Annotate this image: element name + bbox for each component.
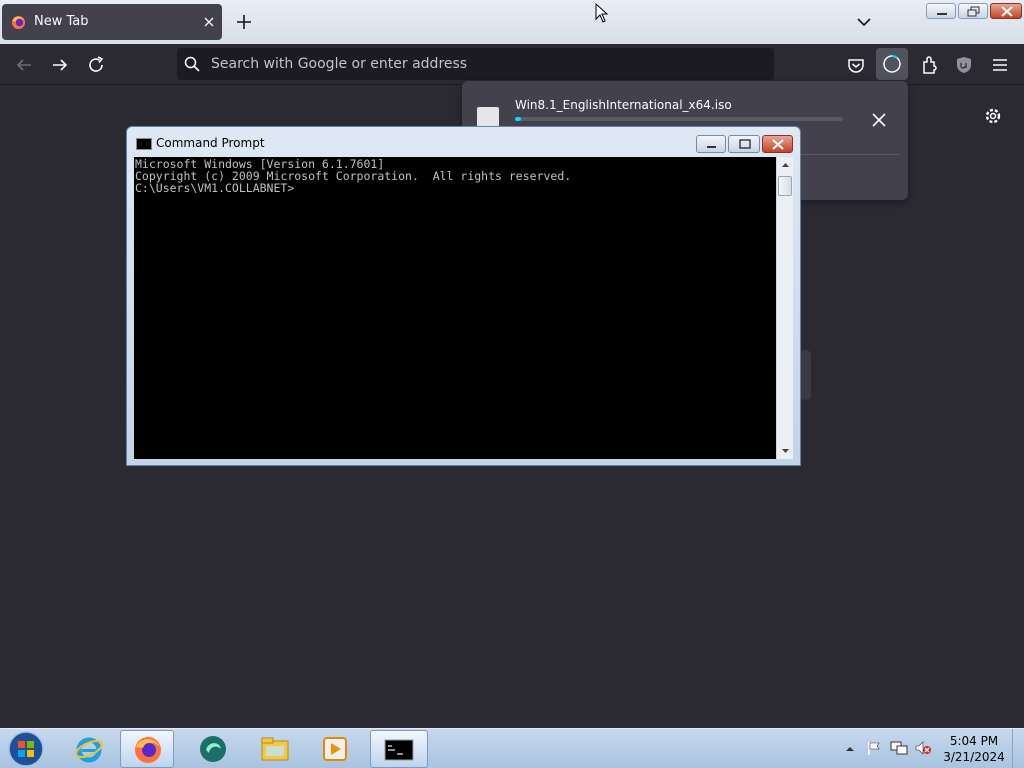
restore-icon: [967, 6, 980, 17]
minimize-icon: [937, 13, 947, 15]
tab-title: New Tab: [34, 14, 89, 29]
command-prompt-window[interactable]: Command Prompt Microsoft Windows [Versio…: [126, 126, 801, 466]
download-progress-icon: [883, 55, 901, 73]
gear-icon[interactable]: [983, 106, 1003, 126]
reload-icon[interactable]: [84, 53, 108, 77]
window-minimize-button[interactable]: [926, 3, 956, 19]
address-placeholder: Search with Google or enter address: [211, 56, 468, 72]
taskbar: 5:04 PM 3/21/2024: [0, 728, 1024, 768]
cmd-minimize-button[interactable]: [696, 135, 726, 153]
download-progress-fill: [515, 117, 521, 121]
action-center-flag-icon[interactable]: [866, 740, 882, 756]
back-arrow-icon[interactable]: [12, 53, 36, 77]
address-bar[interactable]: Search with Google or enter address: [177, 48, 774, 80]
taskbar-app-explorer[interactable]: [248, 730, 302, 768]
downloads-button[interactable]: [876, 48, 908, 80]
close-icon: [1001, 6, 1013, 17]
firefox-icon: [11, 15, 26, 30]
show-hidden-icons[interactable]: [844, 743, 856, 755]
scroll-down-icon[interactable]: [777, 442, 794, 459]
close-tab-icon[interactable]: [200, 13, 218, 31]
start-button[interactable]: [6, 730, 46, 768]
download-progress-bar: [515, 117, 843, 121]
tab-new-tab[interactable]: New Tab: [2, 4, 222, 40]
media-player-icon: [323, 737, 347, 761]
chevron-down-icon[interactable]: [854, 12, 874, 32]
new-tab-icon[interactable]: [234, 12, 254, 32]
taskbar-app-generic[interactable]: [186, 730, 240, 768]
maximize-icon: [739, 139, 751, 149]
taskbar-app-media[interactable]: [308, 730, 362, 768]
scroll-up-icon[interactable]: [777, 157, 794, 174]
search-icon: [184, 56, 200, 72]
navigation-toolbar: Search with Google or enter address: [0, 44, 1024, 85]
taskbar-app-firefox[interactable]: [120, 730, 174, 768]
clock-time[interactable]: 5:04 PM: [940, 734, 1008, 748]
clock-date[interactable]: 3/21/2024: [940, 750, 1008, 764]
cancel-download-icon[interactable]: [869, 110, 889, 130]
window-title: Command Prompt: [156, 136, 265, 150]
cmd-close-button[interactable]: [762, 135, 793, 153]
app-icon: [200, 736, 226, 762]
extensions-icon[interactable]: [917, 53, 941, 77]
forward-arrow-icon[interactable]: [48, 53, 72, 77]
minimize-icon: [707, 146, 716, 148]
scrollbar-thumb[interactable]: [778, 176, 792, 196]
internet-explorer-icon: [75, 737, 103, 763]
mouse-cursor-icon: [595, 3, 609, 23]
show-desktop-button[interactable]: [1012, 729, 1024, 768]
firefox-icon: [135, 737, 161, 763]
ublock-shield-icon[interactable]: [952, 53, 976, 77]
console-prompt: C:\Users\VM1.COLLABNET>: [135, 181, 295, 195]
command-prompt-icon: [384, 739, 414, 761]
pocket-icon[interactable]: [844, 53, 868, 77]
console-scrollbar[interactable]: [776, 157, 793, 459]
command-prompt-icon: [136, 138, 152, 150]
file-explorer-icon: [261, 737, 289, 761]
menu-hamburger-icon[interactable]: [988, 53, 1012, 77]
console-output[interactable]: Microsoft Windows [Version 6.1.7601] Copy…: [134, 157, 776, 459]
taskbar-app-ie[interactable]: [62, 730, 116, 768]
window-close-button[interactable]: [990, 3, 1022, 19]
cmd-maximize-button[interactable]: [728, 135, 760, 153]
window-restore-button[interactable]: [958, 3, 988, 19]
taskbar-app-cmd[interactable]: [370, 730, 428, 768]
network-icon[interactable]: [890, 740, 908, 756]
volume-muted-icon[interactable]: [914, 740, 932, 756]
download-filename[interactable]: Win8.1_EnglishInternational_x64.iso: [515, 98, 732, 112]
tab-strip: New Tab: [0, 0, 1024, 44]
side-panel-handle: [800, 350, 811, 400]
close-icon: [772, 139, 784, 150]
